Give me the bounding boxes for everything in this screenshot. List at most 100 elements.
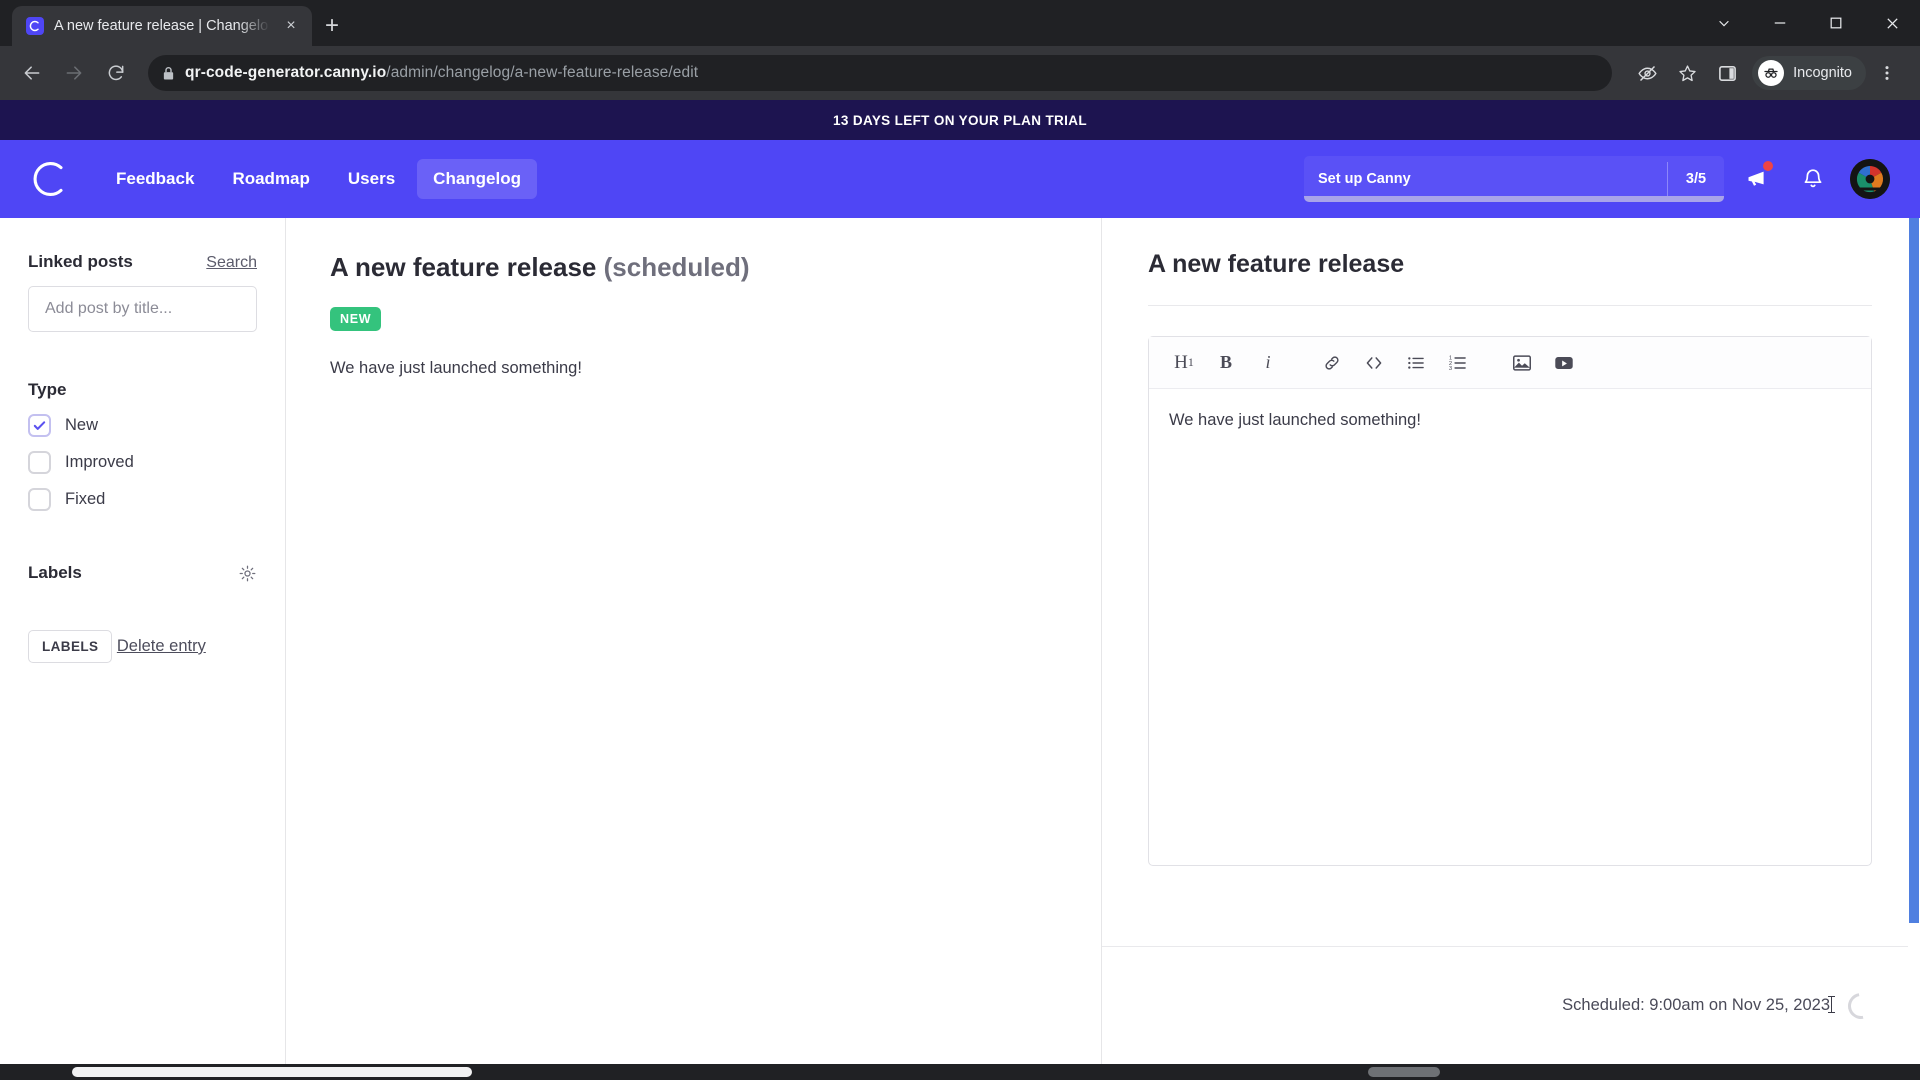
type-option-improved[interactable]: Improved [28, 451, 257, 474]
linked-posts-title: Linked posts [28, 252, 133, 271]
setup-progress-track [1304, 196, 1724, 202]
labels-header: Labels [28, 563, 257, 583]
editor-inner: A new feature release H1 B i 1 2 3 We ha… [1102, 218, 1920, 946]
entry-preview-title: A new feature release (scheduled) [330, 252, 1057, 283]
notifications-button[interactable] [1790, 156, 1836, 202]
entry-sidebar: Linked posts Search Type New Improved [0, 218, 286, 1064]
url-domain: qr-code-generator.canny.io [185, 64, 387, 81]
announcements-button[interactable] [1734, 156, 1780, 202]
app-header-actions: Set up Canny 3/5 [1304, 156, 1890, 202]
type-option-new[interactable]: New [28, 414, 257, 437]
numbered-list-icon[interactable]: 123 [1441, 346, 1475, 380]
url-text: qr-code-generator.canny.io/admin/changel… [185, 64, 698, 82]
entry-editor-panel: A new feature release H1 B i 1 2 3 We ha… [1102, 218, 1920, 1064]
vertical-scroll-thumb[interactable] [1909, 218, 1919, 923]
user-avatar[interactable] [1850, 159, 1890, 199]
svg-text:3: 3 [1449, 366, 1452, 372]
heading-1-icon[interactable]: H1 [1167, 346, 1201, 380]
nav-item-changelog[interactable]: Changelog [417, 159, 538, 199]
checkbox-unchecked-icon[interactable] [28, 451, 51, 474]
italic-icon[interactable]: i [1251, 346, 1285, 380]
maximize-icon[interactable] [1808, 0, 1864, 46]
editor-content[interactable]: We have just launched something! [1149, 389, 1871, 865]
canny-brand-icon[interactable] [26, 154, 76, 204]
editor-title[interactable]: A new feature release [1148, 250, 1872, 306]
side-panel-icon[interactable] [1708, 54, 1746, 92]
loading-spinner-icon [1842, 987, 1880, 1024]
more-menu-icon[interactable] [1868, 54, 1906, 92]
eye-slash-icon[interactable] [1628, 54, 1666, 92]
bold-icon[interactable]: B [1209, 346, 1243, 380]
main-nav: Feedback Roadmap Users Changelog [100, 159, 538, 199]
nav-item-feedback[interactable]: Feedback [100, 159, 210, 199]
rich-text-editor: H1 B i 1 2 3 We have just launched somet… [1148, 336, 1872, 866]
notification-dot-badge [1763, 161, 1773, 171]
toolbar-actions: Incognito [1628, 54, 1906, 92]
editor-toolbar: H1 B i 1 2 3 [1149, 337, 1871, 389]
editor-footer: Scheduled: 9:00am on Nov 25, 2023 [1102, 946, 1920, 1064]
nav-item-roadmap[interactable]: Roadmap [216, 159, 325, 199]
workspace: Linked posts Search Type New Improved [0, 218, 1920, 1064]
app-header: Feedback Roadmap Users Changelog Set up … [0, 140, 1920, 218]
browser-tab[interactable]: A new feature release | Changelo × [12, 6, 312, 46]
linked-posts-header: Linked posts Search [28, 252, 257, 272]
incognito-label: Incognito [1793, 65, 1852, 81]
chevron-down-icon[interactable] [1696, 0, 1752, 46]
entry-title-text: A new feature release [330, 252, 597, 282]
back-icon[interactable] [14, 55, 50, 91]
page-vertical-scrollbar[interactable] [1908, 218, 1920, 1064]
image-icon[interactable] [1505, 346, 1539, 380]
labels-chip[interactable]: LABELS [28, 630, 113, 663]
checkbox-checked-icon[interactable] [28, 414, 51, 437]
type-section-title: Type [28, 380, 67, 399]
bulleted-list-icon[interactable] [1399, 346, 1433, 380]
scheduled-datetime[interactable]: Scheduled: 9:00am on Nov 25, 2023 [1562, 996, 1835, 1015]
horizontal-scroll-track-left [72, 1067, 472, 1077]
url-path: /admin/changelog/a-new-feature-release/e… [386, 64, 699, 81]
scheduled-text: Scheduled: 9:00am on Nov 25, 2023 [1562, 996, 1830, 1014]
address-bar[interactable]: qr-code-generator.canny.io/admin/changel… [148, 55, 1613, 91]
tab-strip: A new feature release | Changelo × + [0, 0, 1920, 46]
setup-canny-count: 3/5 [1685, 171, 1707, 187]
browser-toolbar: qr-code-generator.canny.io/admin/changel… [0, 46, 1920, 100]
new-tab-button[interactable]: + [312, 6, 352, 46]
add-post-input[interactable] [28, 286, 257, 332]
forward-icon[interactable] [56, 55, 92, 91]
bookmark-star-icon[interactable] [1668, 54, 1706, 92]
entry-preview: A new feature release (scheduled) NEW We… [286, 218, 1102, 1064]
trial-banner[interactable]: 13 DAYS LEFT ON YOUR PLAN TRIAL [0, 100, 1920, 140]
checkbox-unchecked-icon[interactable] [28, 488, 51, 511]
incognito-indicator[interactable]: Incognito [1752, 56, 1866, 90]
link-icon[interactable] [1315, 346, 1349, 380]
text-cursor-icon [1828, 996, 1835, 1013]
lock-icon [162, 66, 175, 81]
tab-title: A new feature release | Changelo [54, 18, 269, 34]
close-icon[interactable]: × [280, 15, 302, 37]
page-content: 13 DAYS LEFT ON YOUR PLAN TRIAL Feedback… [0, 100, 1920, 1080]
minimize-icon[interactable] [1752, 0, 1808, 46]
canny-logo-icon [26, 17, 44, 35]
type-label-fixed: Fixed [65, 490, 106, 508]
reload-icon[interactable] [98, 55, 134, 91]
browser-window: A new feature release | Changelo × + qr-… [0, 0, 1920, 1080]
entry-status-text: (scheduled) [603, 252, 750, 282]
search-link[interactable]: Search [206, 254, 257, 272]
nav-item-users[interactable]: Users [332, 159, 411, 199]
delete-entry-link[interactable]: Delete entry [117, 637, 206, 656]
setup-canny-widget[interactable]: Set up Canny 3/5 [1304, 156, 1724, 202]
horizontal-scroll-thumb[interactable] [1368, 1067, 1440, 1077]
setup-canny-label: Set up Canny [1318, 171, 1411, 187]
video-icon[interactable] [1547, 346, 1581, 380]
type-label-improved: Improved [65, 453, 134, 471]
type-label-new: New [65, 416, 99, 434]
incognito-avatar-icon [1758, 60, 1785, 86]
labels-title: Labels [28, 563, 82, 582]
close-window-icon[interactable] [1864, 0, 1920, 46]
window-controls [1696, 0, 1920, 46]
status-badge: NEW [330, 307, 382, 331]
type-option-fixed[interactable]: Fixed [28, 488, 257, 511]
code-icon[interactable] [1357, 346, 1391, 380]
entry-preview-body: We have just launched something! [330, 359, 582, 377]
horizontal-scrollbar[interactable] [0, 1064, 1920, 1080]
gear-icon[interactable] [238, 564, 257, 583]
